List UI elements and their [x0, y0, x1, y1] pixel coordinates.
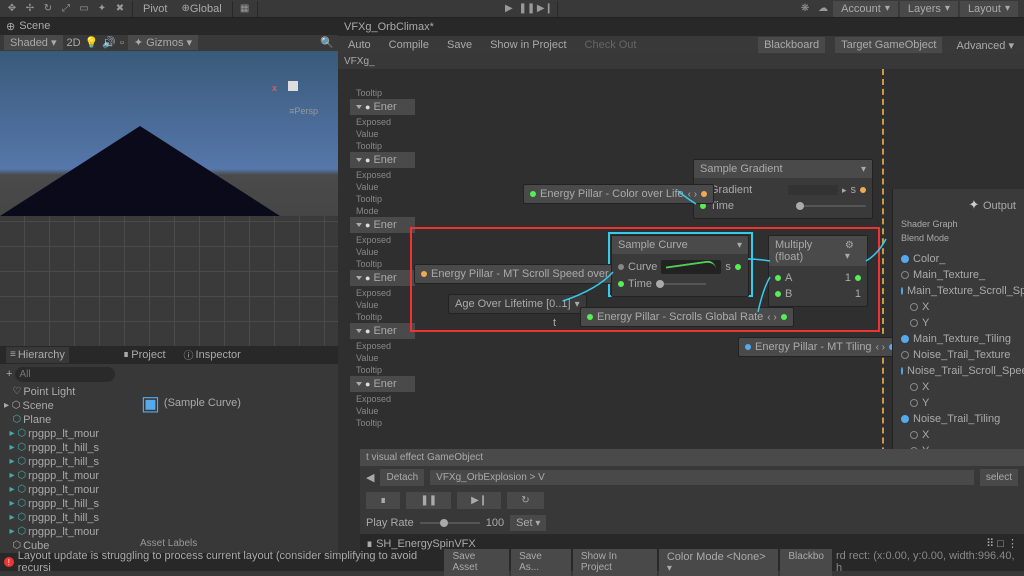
scene-toolbar: Shaded ▾ 2D 💡 🔊 ▫ ✦ Gizmos ▾ 🔍 — [0, 35, 338, 52]
inspector-tab[interactable]: ⓘ Inspector — [180, 345, 245, 364]
save-asset-button[interactable]: Save Asset — [444, 549, 509, 576]
scale-tool-icon[interactable]: ⤢ — [58, 1, 74, 17]
scrolls-global-rate-property[interactable]: Energy Pillar - Scrolls Global Rate ‹ › — [580, 307, 794, 327]
mt-tiling-property[interactable]: Energy Pillar - MT Tiling ‹ › — [738, 337, 902, 357]
sample-gradient-node[interactable]: Sample Gradient▾ Gradient ▸ s Time — [693, 159, 873, 219]
scene-search-icon[interactable]: 🔍 — [320, 36, 334, 49]
orientation-gizmo[interactable]: x — [268, 61, 318, 111]
play-button[interactable]: ▶ — [501, 1, 517, 17]
main-toolbar: ✥ ✢ ↻ ⤢ ▭ ✦ ✖ Pivot ⊕Global ▦ ▶ ❚❚ ▶❙ ❋ … — [0, 0, 1024, 18]
blackboard-toggle[interactable]: Blackboard — [758, 37, 825, 53]
rect-info: rd rect: (x:0.00, y:0.00, width:996.40, … — [832, 550, 1020, 574]
compile-button[interactable]: Compile — [385, 39, 433, 51]
show-in-project-button[interactable]: Show in Project — [486, 39, 570, 51]
transform-tool-icon[interactable]: ✦ — [94, 1, 110, 17]
hierarchy-tab[interactable]: ≡ Hierarchy — [6, 347, 69, 363]
hierarchy-search-input[interactable] — [15, 367, 115, 382]
fx-icon[interactable]: ▫ — [120, 37, 124, 49]
set-rate-button[interactable]: Set ▾ — [510, 515, 546, 531]
step-button-vfx[interactable]: ▶❙ — [457, 492, 501, 509]
asset-labels-header: Asset Labels — [140, 538, 197, 549]
breadcrumb[interactable]: VFXg_ — [338, 54, 1024, 69]
pause-button-vfx[interactable]: ❚❚ — [406, 492, 451, 509]
step-button[interactable]: ▶❙ — [537, 1, 553, 17]
checkout-button[interactable]: Check Out — [581, 39, 641, 51]
scene-view[interactable]: x ≡Persp — [0, 51, 338, 346]
pivot-toggle[interactable]: Pivot — [137, 1, 173, 17]
project-preview: ▣ (Sample Curve) Asset Labels — [135, 385, 338, 553]
show-in-project-btn[interactable]: Show In Project — [573, 549, 657, 576]
stop-button[interactable]: ∎ — [366, 492, 400, 509]
color-mode-dropdown[interactable]: Color Mode <None> ▾ — [659, 549, 779, 576]
advanced-dropdown[interactable]: Advanced ▾ — [952, 39, 1018, 52]
account-dropdown[interactable]: Account ▾ — [833, 1, 898, 17]
attached-gameobject-label: t visual effect GameObject — [360, 449, 1024, 466]
play-rate-label: Play Rate — [366, 517, 414, 529]
audio-icon[interactable]: 🔊 — [102, 36, 116, 49]
save-button[interactable]: Save — [443, 39, 476, 51]
play-rate-value: 100 — [486, 517, 504, 529]
custom-tool-icon[interactable]: ✖ — [112, 1, 128, 17]
restart-button[interactable]: ↻ — [507, 492, 543, 509]
detach-button[interactable]: Detach — [380, 469, 424, 486]
prev-icon[interactable]: ◀ — [366, 471, 374, 484]
collab-icon[interactable]: ❋ — [797, 1, 813, 17]
graph-toolbar: Auto Compile Save Show in Project Check … — [338, 36, 1024, 54]
pause-button[interactable]: ❚❚ — [519, 1, 535, 17]
error-message[interactable]: !Layout update is struggling to process … — [4, 550, 444, 574]
path-breadcrumb[interactable]: VFXg_OrbExplosion > V — [430, 470, 974, 485]
project-tab[interactable]: ∎ Project — [119, 347, 170, 363]
t-port-label: t — [553, 317, 556, 329]
snap-icon[interactable]: ▦ — [237, 1, 253, 17]
layers-dropdown[interactable]: Layers ▾ — [900, 1, 958, 17]
graph-tab[interactable]: VFXg_OrbClimax* — [344, 21, 434, 33]
persp-label[interactable]: ≡Persp — [289, 106, 318, 116]
global-toggle[interactable]: ⊕Global — [175, 1, 227, 17]
status-bar: !Layout update is struggling to process … — [0, 553, 1024, 571]
select-button[interactable]: select — [980, 469, 1018, 486]
play-rate-slider[interactable] — [420, 522, 480, 524]
target-gameobject-toggle[interactable]: Target GameObject — [835, 37, 942, 53]
shading-mode-dropdown[interactable]: Shaded ▾ — [4, 35, 63, 50]
panel-options-icon[interactable]: ⠿ □ ⋮ — [986, 537, 1018, 550]
scene-tab[interactable]: ⊕ Scene — [0, 18, 338, 35]
blackboard-btn[interactable]: Blackbo — [780, 549, 832, 576]
multiply-node[interactable]: Multiply (float) ⚙ ▾ A1 B1 — [768, 235, 868, 307]
2d-toggle[interactable]: 2D — [67, 37, 81, 49]
cloud-icon[interactable]: ☁ — [815, 1, 831, 17]
blackboard-panel[interactable]: Tooltip ● Ener Exposed Value Tooltip ● E… — [350, 87, 415, 429]
vfx-control-panel: t visual effect GameObject ◀ Detach VFXg… — [360, 449, 1024, 553]
light-icon[interactable]: 💡 — [85, 36, 99, 49]
auto-compile-toggle[interactable]: Auto — [344, 39, 375, 51]
layout-dropdown[interactable]: Layout ▾ — [960, 1, 1018, 17]
lower-panel-tabs: ≡ Hierarchy ∎ Project ⓘ Inspector — [0, 346, 338, 364]
age-over-lifetime-node[interactable]: Age Over Lifetime [0..1] ▾ — [448, 294, 587, 314]
gizmos-dropdown[interactable]: ✦ Gizmos ▾ — [128, 35, 198, 50]
save-as-button[interactable]: Save As... — [511, 549, 571, 576]
sample-curve-asset[interactable]: (Sample Curve) — [164, 397, 241, 409]
sample-curve-node[interactable]: Sample Curve▾ Curve s Time — [611, 235, 749, 297]
rotate-tool-icon[interactable]: ↻ — [40, 1, 56, 17]
color-over-life-property[interactable]: Energy Pillar - Color over Life ‹ › — [523, 184, 714, 204]
move-tool-icon[interactable]: ✢ — [22, 1, 38, 17]
hierarchy-tree[interactable]: ♡ Point Light ▸ ⬡ Scene ⬡ Plane ▸ ⬡ rpgp… — [0, 385, 135, 553]
hand-tool-icon[interactable]: ✥ — [4, 1, 20, 17]
rect-tool-icon[interactable]: ▭ — [76, 1, 92, 17]
